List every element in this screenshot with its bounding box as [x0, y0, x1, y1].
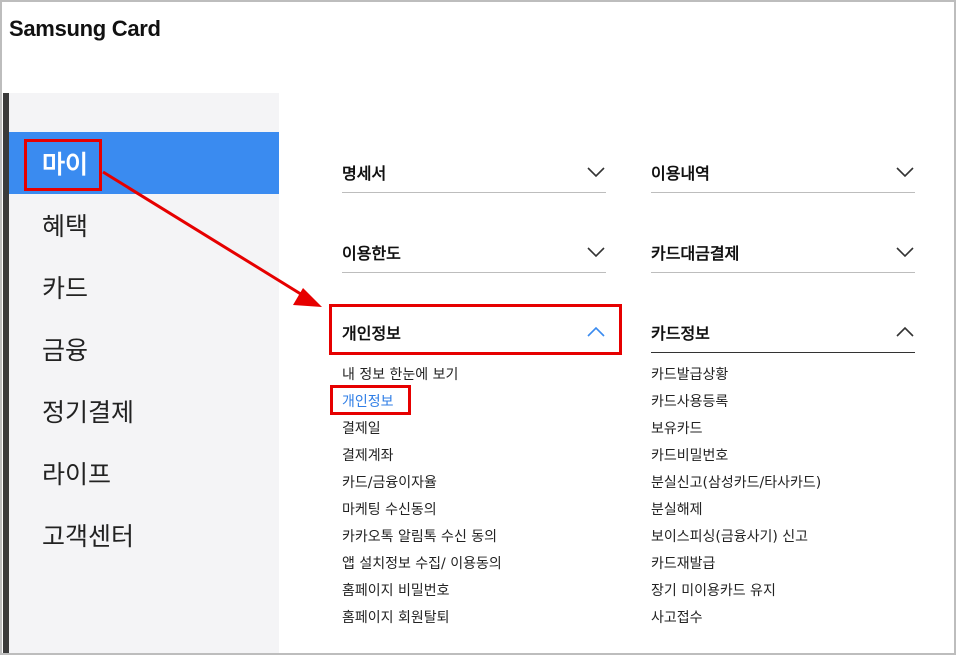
menu-header-personal-info[interactable]: 개인정보 — [342, 311, 606, 353]
submenu-link-my-info-overview[interactable]: 내 정보 한눈에 보기 — [342, 364, 458, 384]
submenu-link-payment-date[interactable]: 결제일 — [342, 418, 381, 438]
menu-header-label: 카드대금결제 — [651, 243, 740, 263]
sidebar-item-card[interactable]: 카드 — [9, 256, 279, 318]
submenu-link-interest-rate[interactable]: 카드/금융이자율 — [342, 472, 437, 492]
sidebar-item-customer-center[interactable]: 고객센터 — [9, 504, 279, 566]
submenu-link-card-issue-status[interactable]: 카드발급상황 — [651, 364, 728, 384]
sidebar-item-life[interactable]: 라이프 — [9, 442, 279, 504]
submenu-link-payment-account[interactable]: 결제계좌 — [342, 445, 394, 465]
menu-header-card-info[interactable]: 카드정보 — [651, 311, 915, 353]
submenu-link-voice-phishing-report[interactable]: 보이스피싱(금융사기) 신고 — [651, 526, 808, 546]
submenu-link-card-password[interactable]: 카드비밀번호 — [651, 445, 728, 465]
menu-header-card-payment[interactable]: 카드대금결제 — [651, 231, 915, 273]
sidebar-item-finance[interactable]: 금융 — [9, 318, 279, 380]
sidebar-item-my[interactable]: 마이 — [9, 132, 279, 194]
submenu-link-homepage-withdrawal[interactable]: 홈페이지 회원탈퇴 — [342, 607, 450, 627]
submenu-link-homepage-password[interactable]: 홈페이지 비밀번호 — [342, 580, 450, 600]
menu-header-label: 이용한도 — [342, 243, 401, 263]
sidebar-item-regular-payment[interactable]: 정기결제 — [9, 380, 279, 442]
sidebar: 마이 혜택 카드 금융 정기결제 라이프 고객센터 — [3, 93, 279, 653]
menu-header-label: 이용내역 — [651, 163, 710, 183]
menu-header-label: 카드정보 — [651, 323, 710, 343]
chevron-down-icon — [587, 166, 605, 177]
sidebar-item-benefits[interactable]: 혜택 — [9, 194, 279, 256]
submenu-link-kakaotalk-consent[interactable]: 카카오톡 알림톡 수신 동의 — [342, 526, 497, 546]
menu-header-usage-limit[interactable]: 이용한도 — [342, 231, 606, 273]
samsung-card-logo[interactable]: Samsung Card — [9, 16, 161, 42]
submenu-link-lost-release[interactable]: 분실해제 — [651, 499, 703, 519]
submenu-link-personal-info[interactable]: 개인정보 — [342, 391, 394, 411]
chevron-up-icon — [587, 326, 605, 337]
menu-header-label: 개인정보 — [342, 323, 401, 343]
submenu-link-lost-report[interactable]: 분실신고(삼성카드/타사카드) — [651, 472, 821, 492]
submenu-link-dormant-card-keep[interactable]: 장기 미이용카드 유지 — [651, 580, 776, 600]
menu-header-label: 명세서 — [342, 163, 387, 183]
menu-header-statement[interactable]: 명세서 — [342, 151, 606, 193]
submenu-link-app-install-consent[interactable]: 앱 설치정보 수집/ 이용동의 — [342, 553, 502, 573]
submenu-link-marketing-consent[interactable]: 마케팅 수신동의 — [342, 499, 437, 519]
chevron-down-icon — [896, 166, 914, 177]
chevron-down-icon — [896, 246, 914, 257]
submenu-link-card-reissue[interactable]: 카드재발급 — [651, 553, 715, 573]
submenu-link-owned-cards[interactable]: 보유카드 — [651, 418, 703, 438]
submenu-link-card-registration[interactable]: 카드사용등록 — [651, 391, 728, 411]
chevron-down-icon — [587, 246, 605, 257]
submenu-link-accident-report[interactable]: 사고접수 — [651, 607, 703, 627]
menu-header-usage-history[interactable]: 이용내역 — [651, 151, 915, 193]
chevron-up-icon — [896, 326, 914, 337]
